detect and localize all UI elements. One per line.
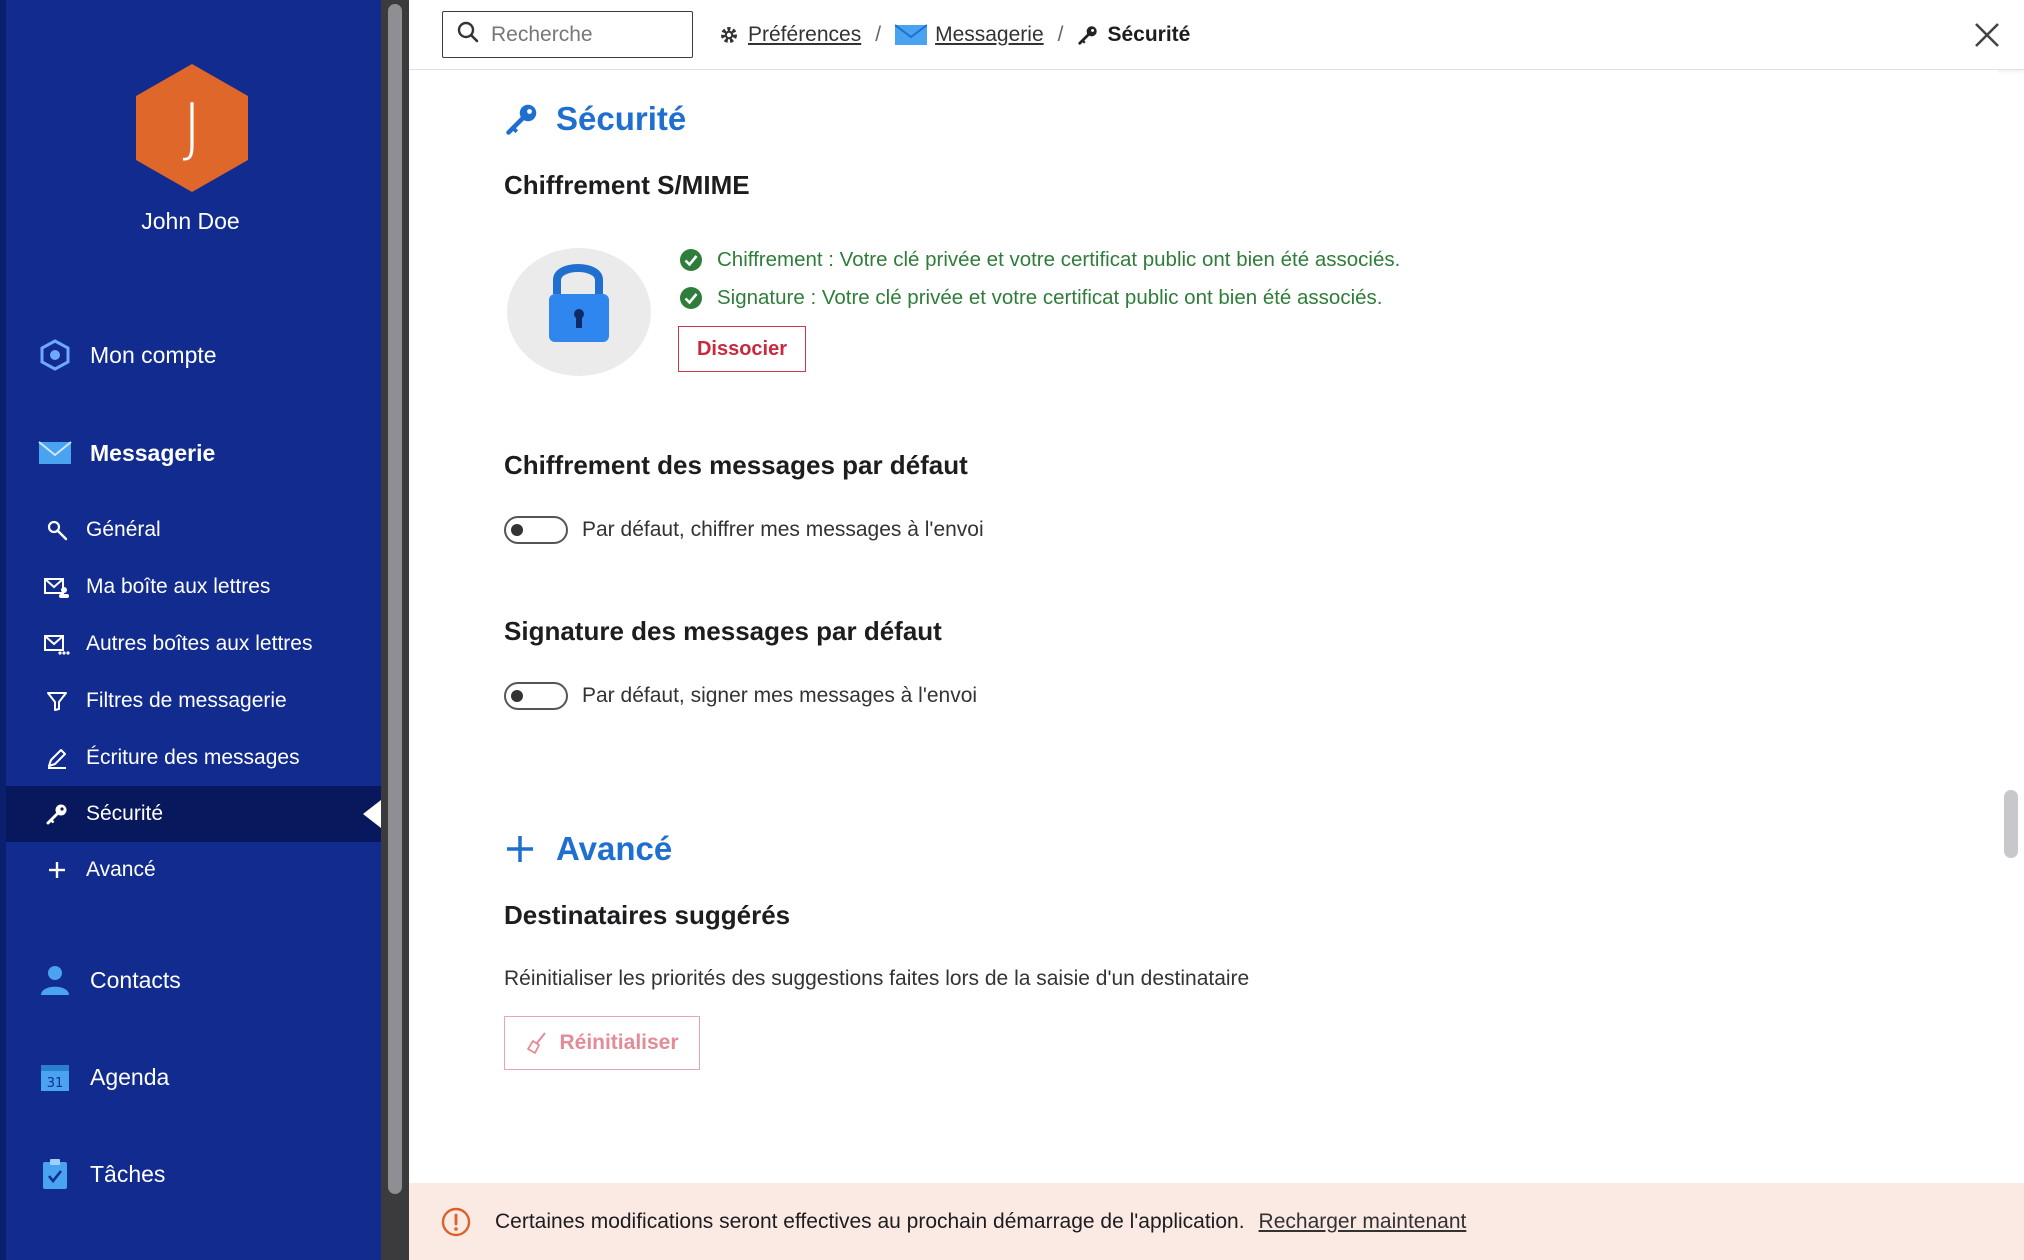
- restart-notice: Certaines modifications seront effective…: [409, 1183, 2024, 1260]
- default-encryption-heading: Chiffrement des messages par défaut: [504, 450, 968, 480]
- user-name: John Doe: [141, 208, 240, 234]
- key-icon: [44, 801, 70, 827]
- section-title-securite: Sécurité: [504, 100, 686, 138]
- calendar-day: 31: [47, 1076, 64, 1091]
- breadcrumb-messagerie[interactable]: Messagerie: [935, 23, 1044, 47]
- search-icon: [457, 21, 479, 48]
- breadcrumb-current: Sécurité: [1107, 23, 1191, 46]
- sidebar-item-avance[interactable]: Avancé: [6, 842, 381, 898]
- key-icon: [504, 101, 544, 137]
- search-box[interactable]: [442, 11, 693, 58]
- sidebar-item-label: Écriture des messages: [86, 746, 300, 769]
- close-icon: [1975, 23, 1999, 47]
- dissociate-button[interactable]: Dissocier: [678, 326, 806, 372]
- gear-icon: [718, 24, 740, 46]
- status-text: Signature : Votre clé privée et votre ce…: [717, 286, 1383, 309]
- warning-circle-icon: [441, 1207, 471, 1237]
- smime-encryption-status: Chiffrement : Votre clé privée et votre …: [679, 248, 1400, 272]
- reset-button[interactable]: Réinitialiser: [504, 1016, 700, 1070]
- lock-illustration: [505, 242, 653, 378]
- check-circle-icon: [680, 287, 702, 309]
- plus-icon: [504, 833, 544, 865]
- sidebar-item-label: Général: [86, 518, 161, 541]
- person-icon: [38, 963, 72, 997]
- avatar-initial: J: [182, 91, 202, 165]
- mailbox-multiple-icon: [44, 631, 70, 657]
- sidebar-item-ecriture[interactable]: Écriture des messages: [6, 730, 381, 786]
- envelope-icon: [895, 24, 928, 46]
- smime-signature-status: Signature : Votre clé privée et votre ce…: [679, 286, 1382, 310]
- suggested-recipients-heading: Destinataires suggérés: [504, 900, 791, 930]
- sidebar-item-contacts[interactable]: Contacts: [38, 963, 181, 997]
- sidebar-item-label: Contacts: [90, 966, 181, 993]
- preferences-content: Sécurité Chiffrement S/MIME Chiffrement …: [409, 70, 1998, 1183]
- status-text: Chiffrement : Votre clé privée et votre …: [717, 248, 1401, 271]
- toggle-knob: [511, 524, 523, 536]
- broom-icon: [525, 1031, 549, 1055]
- clipboard-check-icon: [38, 1157, 72, 1191]
- notice-message: Certaines modifications seront effective…: [495, 1209, 1245, 1233]
- sidebar-item-securite[interactable]: Sécurité: [6, 786, 381, 842]
- reset-button-label: Réinitialiser: [559, 1031, 679, 1054]
- sidebar-item-label: Messagerie: [90, 439, 216, 466]
- mailbox-user-icon: [44, 574, 70, 600]
- sidebar-item-label: Tâches: [90, 1160, 166, 1187]
- smime-heading: Chiffrement S/MIME: [504, 170, 750, 200]
- content-scrollbar-thumb[interactable]: [2004, 790, 2018, 858]
- sidebar-item-agenda[interactable]: 31 Agenda: [38, 1060, 169, 1094]
- toggle-label: Par défaut, chiffrer mes messages à l'en…: [582, 518, 984, 541]
- sidebar-item-label: Filtres de messagerie: [86, 689, 287, 712]
- sidebar-item-mon-compte[interactable]: Mon compte: [38, 338, 217, 372]
- envelope-icon: [38, 436, 72, 470]
- filter-icon: [44, 688, 70, 714]
- avatar[interactable]: J: [136, 64, 248, 192]
- search-input[interactable]: [491, 22, 671, 47]
- plus-icon: [44, 857, 70, 883]
- default-signature-row: Par défaut, signer mes messages à l'envo…: [504, 682, 977, 710]
- default-signature-heading: Signature des messages par défaut: [504, 616, 942, 646]
- reload-now-link[interactable]: Recharger maintenant: [1259, 1210, 1467, 1234]
- default-signature-toggle[interactable]: [504, 682, 568, 710]
- pen-icon: [44, 745, 70, 771]
- active-indicator: [363, 800, 381, 828]
- breadcrumb-separator: /: [1057, 23, 1064, 46]
- section-title-text: Sécurité: [556, 100, 687, 137]
- key-icon: [1077, 24, 1099, 46]
- sidebar-item-ma-boite[interactable]: Ma boîte aux lettres: [6, 559, 381, 615]
- breadcrumb-separator: /: [875, 23, 882, 46]
- sidebar-item-filtres[interactable]: Filtres de messagerie: [6, 673, 381, 729]
- sidebar-scrollbar-thumb[interactable]: [388, 4, 402, 1194]
- close-button[interactable]: [1970, 18, 2004, 52]
- default-encryption-row: Par défaut, chiffrer mes messages à l'en…: [504, 516, 984, 544]
- sidebar-item-general[interactable]: Général: [6, 502, 381, 558]
- sidebar-item-label: Autres boîtes aux lettres: [86, 632, 313, 655]
- header: Préférences / Messagerie / Sécurité: [409, 0, 2024, 70]
- section-title-text: Avancé: [556, 830, 673, 867]
- calendar-icon: 31: [38, 1060, 72, 1094]
- default-encryption-toggle[interactable]: [504, 516, 568, 544]
- sidebar-item-label: Avancé: [86, 858, 156, 881]
- sidebar-item-label: Agenda: [90, 1063, 170, 1090]
- section-title-avance: Avancé: [504, 830, 672, 868]
- sidebar-item-autres-boites[interactable]: Autres boîtes aux lettres: [6, 616, 381, 672]
- sidebar-item-label: Ma boîte aux lettres: [86, 575, 271, 598]
- padlock-icon: [507, 248, 651, 376]
- toggle-knob: [511, 690, 523, 702]
- sidebar: J John Doe Mon compte Messagerie Général…: [0, 0, 381, 1260]
- account-hexagon-icon: [38, 338, 72, 372]
- sidebar-item-taches[interactable]: Tâches: [38, 1157, 165, 1191]
- sidebar-item-label: Mon compte: [90, 341, 217, 368]
- toggle-label: Par défaut, signer mes messages à l'envo…: [582, 684, 978, 707]
- breadcrumb: Préférences / Messagerie / Sécurité: [718, 0, 1190, 70]
- sidebar-item-messagerie[interactable]: Messagerie: [38, 436, 215, 470]
- sidebar-item-label: Sécurité: [86, 802, 164, 825]
- wrench-icon: [44, 517, 70, 543]
- breadcrumb-preferences[interactable]: Préférences: [748, 23, 861, 47]
- check-circle-icon: [680, 249, 702, 271]
- suggested-recipients-description: Réinitialiser les priorités des suggesti…: [504, 967, 1250, 990]
